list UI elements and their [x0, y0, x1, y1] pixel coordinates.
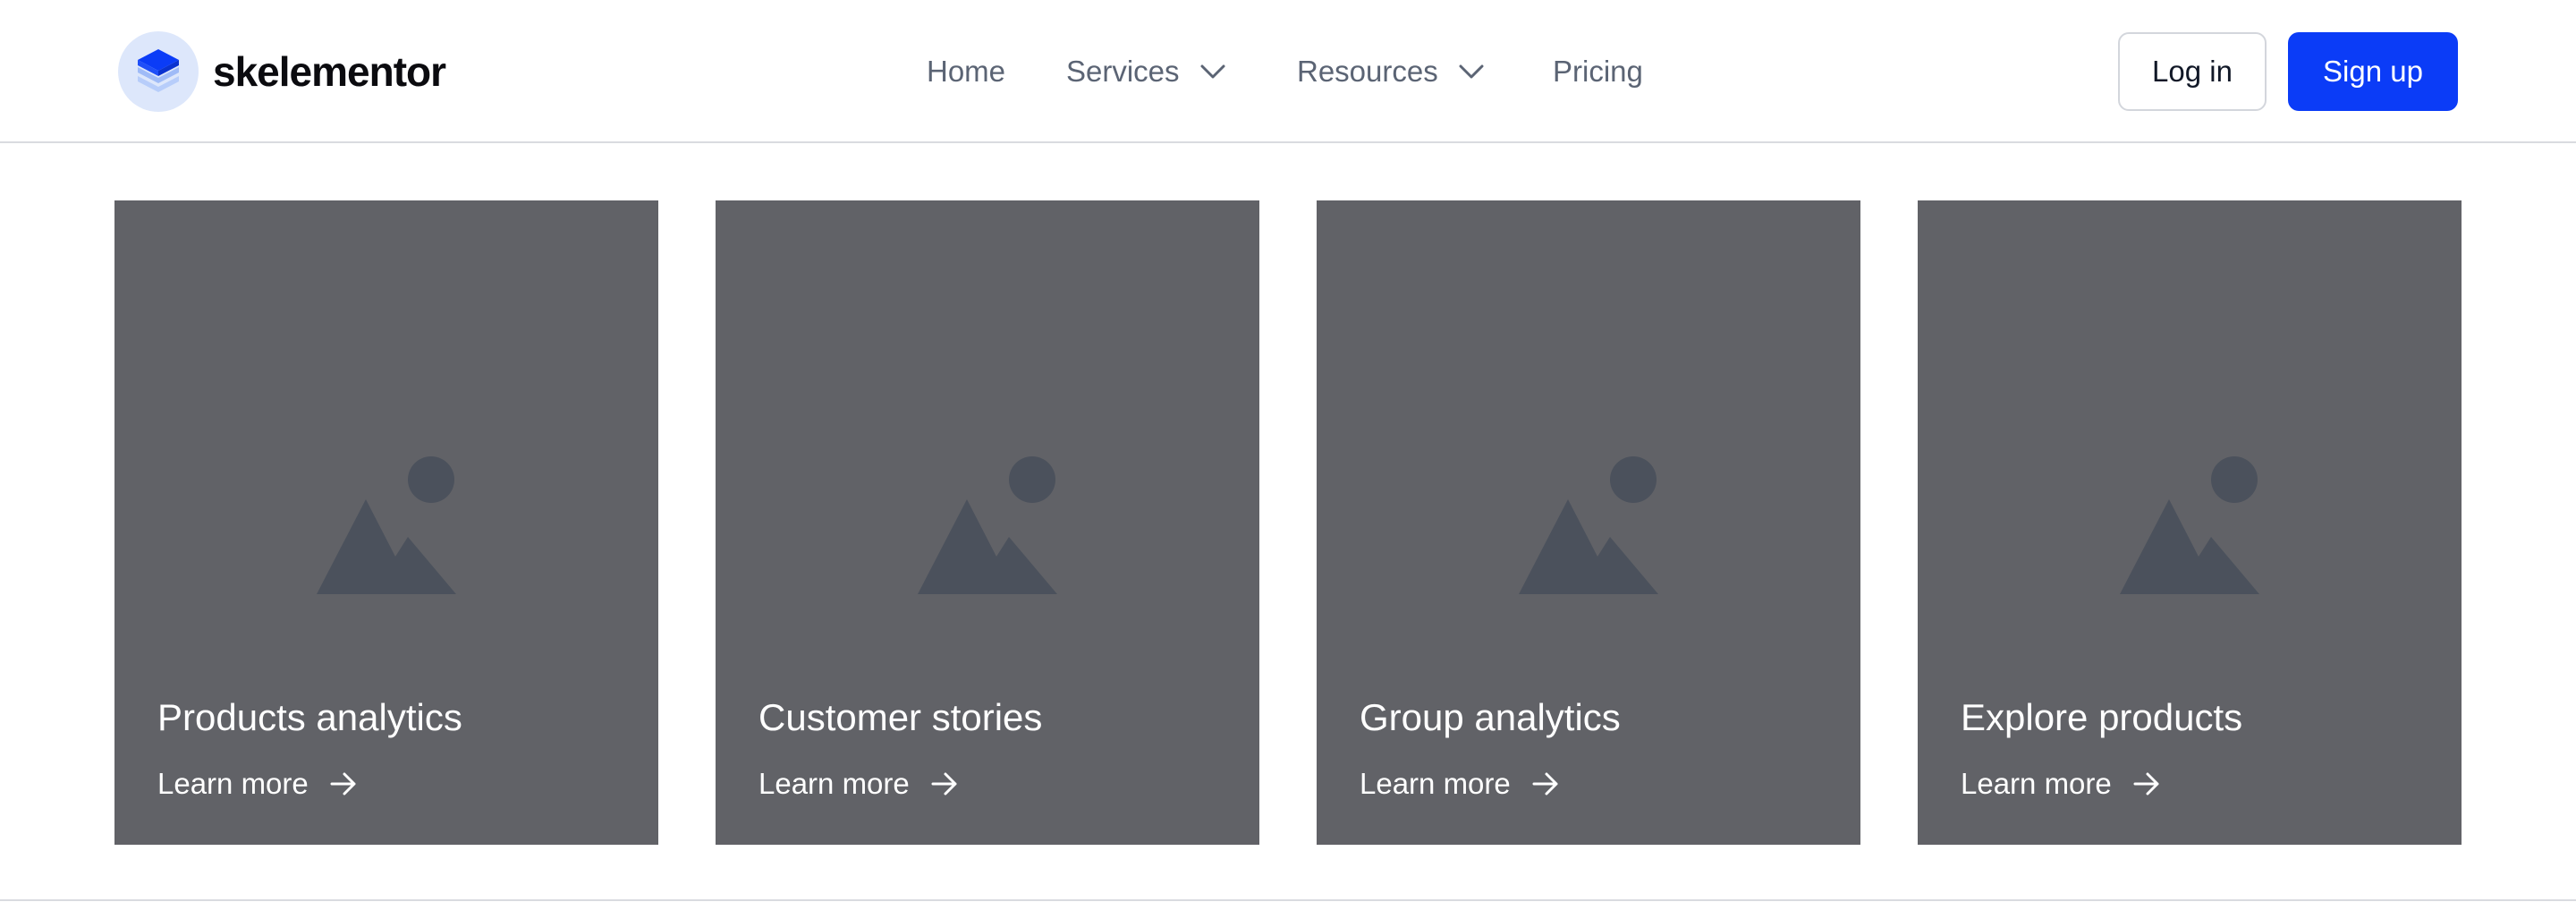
arrow-right-icon	[931, 771, 958, 796]
chevron-down-icon	[1199, 64, 1226, 80]
card-title: Customer stories	[758, 696, 1043, 738]
nav-resources[interactable]: Resources	[1297, 52, 1485, 91]
brand-name: skelementor	[213, 48, 446, 95]
card-products-analytics[interactable]: Products analytics Learn more	[114, 200, 658, 845]
nav-home-label: Home	[927, 55, 1006, 88]
nav-pricing[interactable]: Pricing	[1553, 52, 1643, 91]
learn-more-link[interactable]: Learn more	[1961, 762, 2160, 805]
brand-logo[interactable]: skelementor	[118, 30, 446, 113]
card-title: Explore products	[1961, 696, 2243, 738]
nav-services-label: Services	[1066, 55, 1180, 88]
image-placeholder-icon	[2120, 456, 2259, 599]
arrow-right-icon	[2133, 771, 2160, 796]
learn-more-label: Learn more	[157, 767, 309, 800]
card-group-analytics[interactable]: Group analytics Learn more	[1317, 200, 1860, 845]
card-explore-products[interactable]: Explore products Learn more	[1918, 200, 2462, 845]
learn-more-label: Learn more	[1961, 767, 2112, 800]
learn-more-link[interactable]: Learn more	[1360, 762, 1559, 805]
arrow-right-icon	[330, 771, 357, 796]
learn-more-link[interactable]: Learn more	[157, 762, 357, 805]
image-placeholder-icon	[918, 456, 1057, 599]
learn-more-label: Learn more	[1360, 767, 1511, 800]
signup-button[interactable]: Sign up	[2288, 32, 2458, 111]
section-divider	[0, 899, 2576, 901]
arrow-right-icon	[1532, 771, 1559, 796]
learn-more-label: Learn more	[758, 767, 910, 800]
card-customer-stories[interactable]: Customer stories Learn more	[716, 200, 1259, 845]
nav-services[interactable]: Services	[1066, 52, 1226, 91]
site-header: skelementor Home Services Resources Pric…	[0, 0, 2576, 143]
image-placeholder-icon	[317, 456, 456, 599]
nav-home[interactable]: Home	[927, 52, 1005, 91]
image-placeholder-icon	[1519, 456, 1658, 599]
card-title: Products analytics	[157, 696, 462, 738]
login-button[interactable]: Log in	[2118, 32, 2267, 111]
learn-more-link[interactable]: Learn more	[758, 762, 958, 805]
nav-resources-label: Resources	[1297, 55, 1438, 88]
nav-pricing-label: Pricing	[1553, 55, 1643, 88]
card-title: Group analytics	[1360, 696, 1621, 738]
chevron-down-icon	[1458, 64, 1485, 80]
layers-icon	[118, 31, 199, 112]
